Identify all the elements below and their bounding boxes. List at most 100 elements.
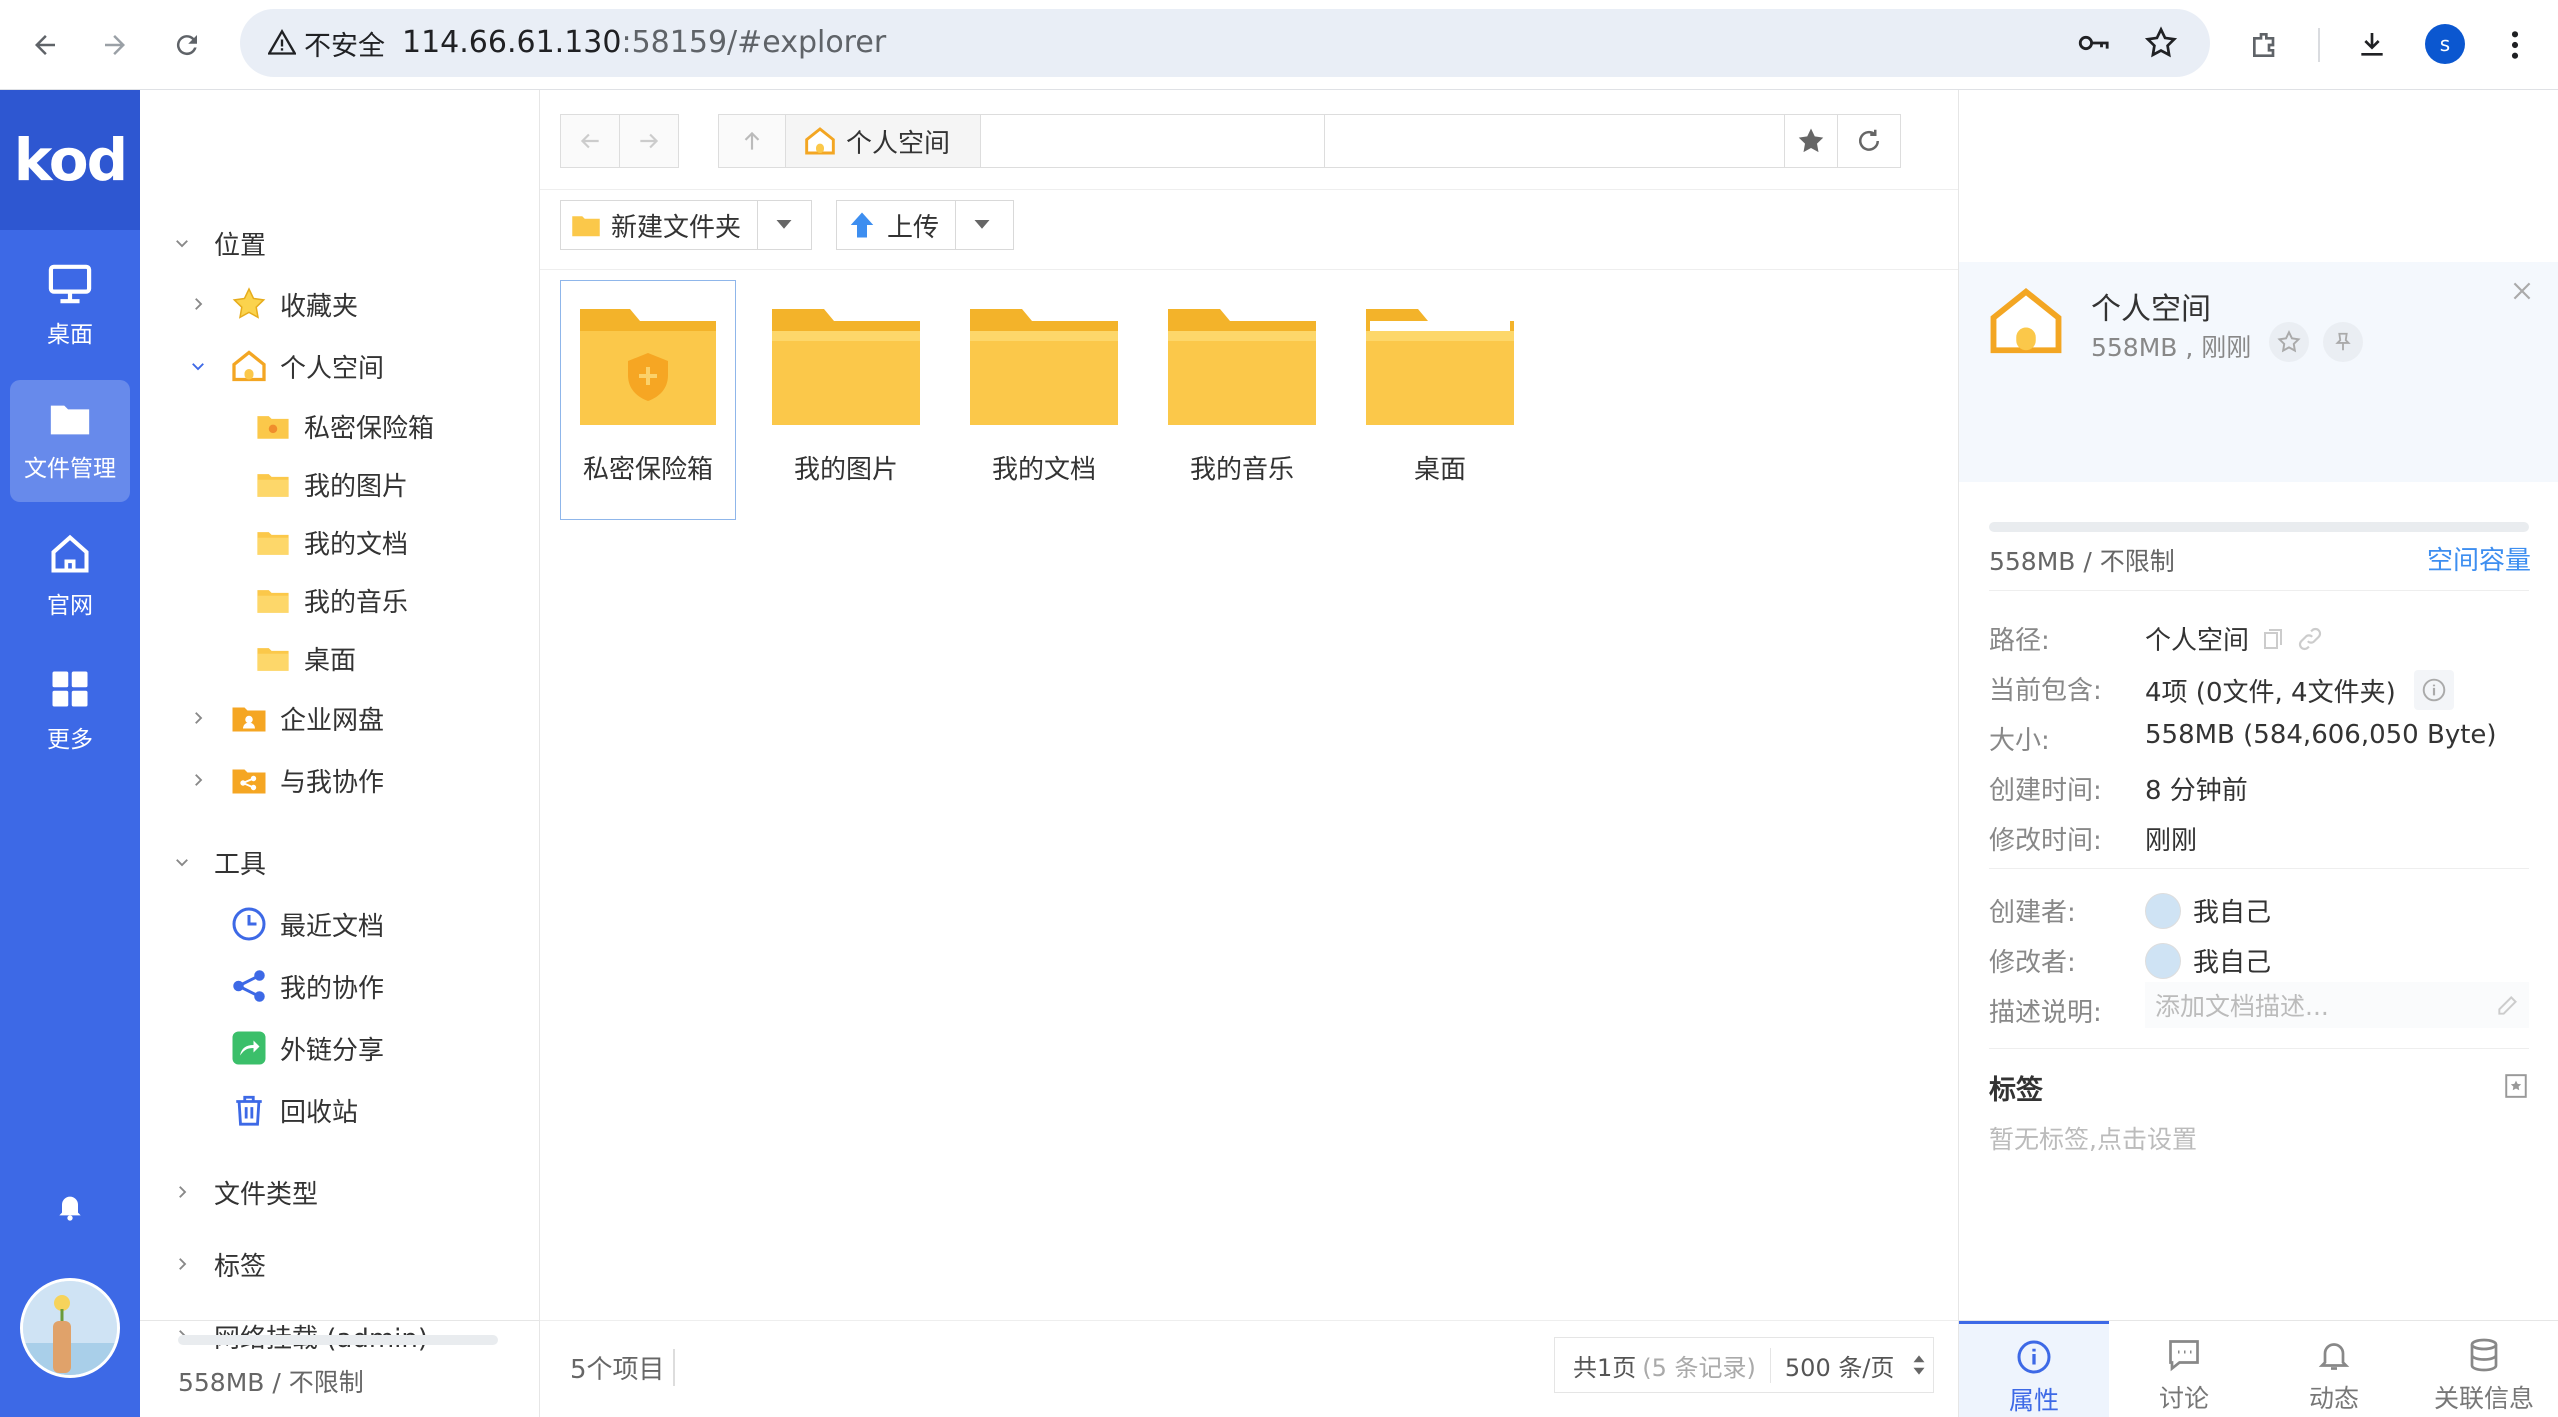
- link-icon[interactable]: [2297, 626, 2323, 652]
- tab-related-info[interactable]: 关联信息: [2409, 1321, 2558, 1417]
- chevron-right-icon: [186, 292, 210, 316]
- tree-item-external-share[interactable]: 外链分享: [230, 1022, 384, 1074]
- database-icon: [2470, 1338, 2498, 1372]
- tree-item-label: 回收站: [280, 1097, 359, 1128]
- path-input-area[interactable]: [1324, 114, 1834, 168]
- upload-button[interactable]: 上传: [836, 200, 1014, 250]
- modifier-value: 我自己: [2145, 942, 2271, 979]
- rail-item-more[interactable]: 更多: [10, 650, 130, 772]
- nav-forward-button[interactable]: [619, 114, 679, 168]
- security-chip[interactable]: 不安全: [258, 18, 397, 68]
- bookmark-star-icon[interactable]: [2143, 25, 2179, 61]
- refresh-button[interactable]: [1837, 114, 1901, 168]
- tab-properties[interactable]: 属性: [1959, 1321, 2109, 1417]
- rail-item-desktop[interactable]: 桌面: [10, 245, 130, 367]
- divider: [1989, 590, 2529, 591]
- tree-item-favorites[interactable]: 收藏夹: [186, 278, 358, 330]
- item-count: 5个项目: [570, 1349, 675, 1386]
- file-item-music[interactable]: 我的音乐: [1154, 280, 1330, 520]
- breadcrumb-item[interactable]: 个人空间: [785, 114, 982, 168]
- toolbar-divider: [2318, 28, 2320, 62]
- upload-label-area[interactable]: 上传: [837, 201, 955, 249]
- tree-item-enterprise-drive[interactable]: 企业网盘: [186, 692, 384, 744]
- tags-empty-text[interactable]: 暂无标签,点击设置: [1989, 1120, 2197, 1156]
- rail-item-file-manager[interactable]: 文件管理: [10, 380, 130, 502]
- file-item-label: 桌面: [1413, 455, 1466, 485]
- file-item-vault[interactable]: 私密保险箱: [560, 280, 736, 520]
- address-bar[interactable]: 不安全 114.66.61.130:58159/#explorer: [240, 9, 2210, 77]
- tree-item-recycle-bin[interactable]: 回收站: [230, 1084, 358, 1136]
- capacity-link[interactable]: 空间容量: [2427, 540, 2531, 577]
- tree-item-shared-with-me[interactable]: 与我协作: [186, 754, 384, 806]
- back-icon[interactable]: [18, 18, 72, 72]
- tree-item-collaboration[interactable]: 我的协作: [230, 960, 384, 1012]
- tag-bookmark-icon[interactable]: [2503, 1072, 2529, 1100]
- info-icon: [2422, 678, 2445, 702]
- user-avatar[interactable]: [20, 1278, 120, 1378]
- tree-item-label: 与我协作: [280, 767, 385, 798]
- page-size-select[interactable]: 500 条/页: [1771, 1348, 1895, 1383]
- tree-item-file-types[interactable]: 文件类型: [170, 1166, 318, 1218]
- rail-item-website[interactable]: 官网: [10, 515, 130, 637]
- tab-discussion[interactable]: 讨论: [2109, 1321, 2259, 1417]
- file-item-documents[interactable]: 我的文档: [956, 280, 1132, 520]
- file-item-label: 我的音乐: [1189, 455, 1294, 485]
- tree-item-music[interactable]: 我的音乐: [254, 574, 408, 626]
- desc-field[interactable]: 添加文档描述...: [2145, 982, 2529, 1028]
- info-button[interactable]: [2413, 670, 2454, 710]
- tree-item-recent[interactable]: 最近文档: [230, 898, 384, 950]
- chevron-down-icon: [186, 354, 210, 378]
- tree-item-documents[interactable]: 我的文档: [254, 516, 408, 568]
- tree-item-desktop[interactable]: 桌面: [254, 632, 356, 684]
- size-label: 大小:: [1989, 726, 2050, 756]
- nav-back-button[interactable]: [560, 114, 620, 168]
- star-outline-icon: [2277, 330, 2301, 353]
- extensions-icon[interactable]: [2238, 18, 2292, 72]
- tree-header-tools[interactable]: 工具: [170, 836, 266, 888]
- tree-item-personal-space[interactable]: 个人空间: [186, 340, 384, 392]
- tree-item-pictures[interactable]: 我的图片: [254, 458, 408, 510]
- grid-icon: [52, 671, 88, 707]
- bell-outline-icon: [2318, 1343, 2350, 1370]
- upload-dropdown[interactable]: [955, 201, 1007, 249]
- folder-icon: [254, 465, 292, 503]
- menu-kebab-icon[interactable]: [2488, 18, 2542, 72]
- nav-up-button[interactable]: [718, 114, 786, 168]
- vault-folder-icon: [580, 309, 716, 425]
- tree-item-tags[interactable]: 标签: [170, 1238, 266, 1290]
- usage-bar: [1989, 522, 2529, 532]
- kod-logo[interactable]: kod: [0, 90, 140, 230]
- copy-icon[interactable]: [2261, 626, 2285, 652]
- tab-activity[interactable]: 动态: [2259, 1321, 2409, 1417]
- favorite-star-button[interactable]: [1784, 114, 1838, 168]
- size-value: 558MB (584,606,050 Byte): [2145, 720, 2497, 750]
- chevron-right-icon: [170, 1180, 194, 1204]
- edit-pencil-icon[interactable]: [2495, 992, 2521, 1018]
- panel-pin-button[interactable]: [2323, 322, 2363, 362]
- tree-header-location[interactable]: 位置: [170, 217, 266, 269]
- contains-value: 4项 (0文件, 4文件夹): [2145, 670, 2454, 710]
- caret-down-icon: [776, 220, 792, 229]
- forward-icon[interactable]: [88, 18, 142, 72]
- path-bar: 个人空间: [540, 90, 2505, 190]
- warning-icon: [268, 29, 296, 57]
- tree-header-label: 工具: [214, 849, 267, 880]
- tree-item-label: 标签: [214, 1251, 267, 1282]
- tree-item-vault[interactable]: 私密保险箱: [254, 400, 434, 452]
- profile-avatar[interactable]: s: [2425, 24, 2465, 64]
- file-item-pictures[interactable]: 我的图片: [758, 280, 934, 520]
- spinner-icon[interactable]: [1894, 1354, 1926, 1376]
- breadcrumb[interactable]: 个人空间: [785, 114, 1325, 168]
- close-icon[interactable]: [2509, 278, 2535, 304]
- modifier-text: 我自己: [2193, 948, 2272, 978]
- new-folder-label-area[interactable]: 新建文件夹: [561, 201, 757, 249]
- download-icon[interactable]: [2345, 18, 2399, 72]
- url-text[interactable]: 114.66.61.130:58159/#explorer: [402, 9, 886, 77]
- bell-icon[interactable]: [54, 1190, 86, 1222]
- new-folder-button[interactable]: 新建文件夹: [560, 200, 812, 250]
- password-key-icon[interactable]: [2075, 26, 2111, 60]
- reload-icon[interactable]: [160, 18, 214, 72]
- panel-star-button[interactable]: [2269, 322, 2309, 362]
- file-item-desktop[interactable]: 桌面: [1352, 280, 1528, 520]
- new-folder-dropdown[interactable]: [757, 201, 809, 249]
